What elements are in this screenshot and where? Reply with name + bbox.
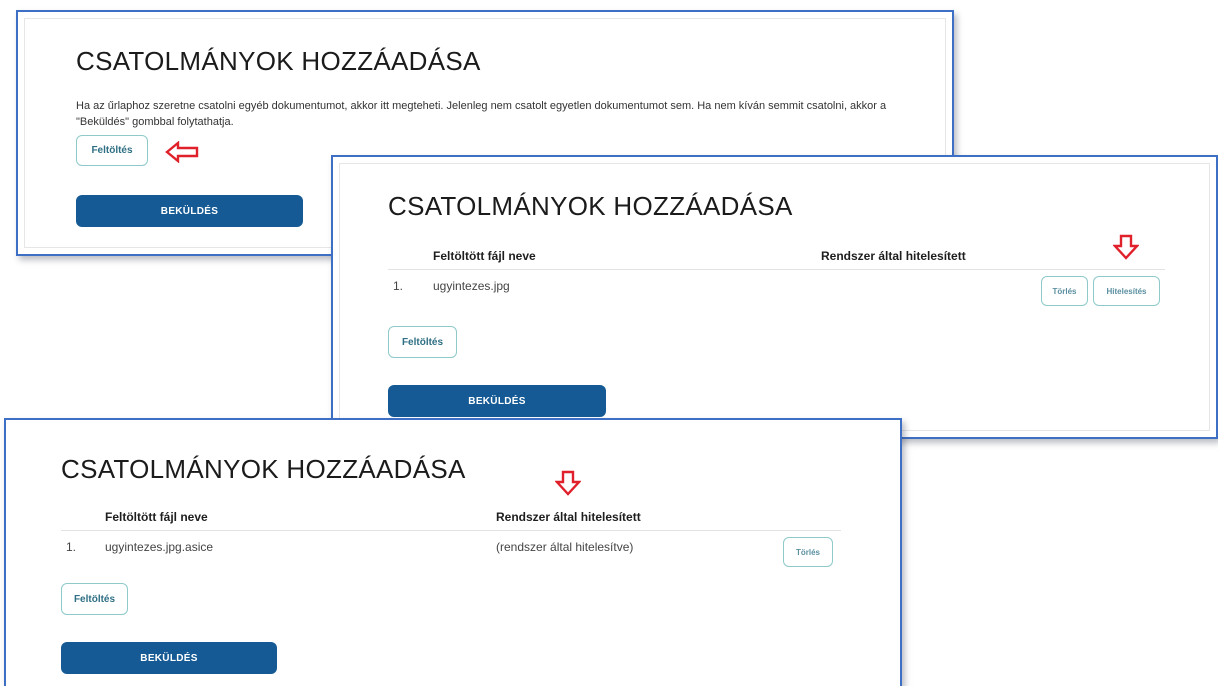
arrow-down-icon xyxy=(555,470,581,496)
upload-button[interactable]: Feltöltés xyxy=(61,583,128,615)
page-title: CSATOLMÁNYOK HOZZÁADÁSA xyxy=(388,191,793,221)
panel-file-uploaded: CSATOLMÁNYOK HOZZÁADÁSA Feltöltött fájl … xyxy=(331,155,1218,439)
row-filename: ugyintezes.jpg.asice xyxy=(105,540,214,554)
row-auth-status: (rendszer által hitelesítve) xyxy=(496,540,634,554)
page-title: CSATOLMÁNYOK HOZZÁADÁSA xyxy=(61,454,466,484)
table-divider xyxy=(61,530,841,531)
row-index: 1. xyxy=(393,279,404,293)
column-header-authenticated: Rendszer által hitelesített xyxy=(496,510,641,524)
upload-button[interactable]: Feltöltés xyxy=(76,135,148,166)
panel-file-authenticated: CSATOLMÁNYOK HOZZÁADÁSA Feltöltött fájl … xyxy=(4,418,902,686)
table-divider xyxy=(388,269,1165,270)
row-index: 1. xyxy=(66,540,77,554)
column-header-filename: Feltöltött fájl neve xyxy=(105,510,208,524)
authenticate-button[interactable]: Hitelesítés xyxy=(1093,276,1160,306)
submit-button[interactable]: BEKÜLDÉS xyxy=(388,385,606,417)
description-text: Ha az űrlaphoz szeretne csatolni egyéb d… xyxy=(76,100,887,128)
submit-button[interactable]: BEKÜLDÉS xyxy=(61,642,277,674)
arrow-down-icon xyxy=(1113,234,1139,260)
column-header-filename: Feltöltött fájl neve xyxy=(433,249,536,263)
upload-button[interactable]: Feltöltés xyxy=(388,326,457,358)
arrow-left-icon xyxy=(165,141,199,163)
delete-button[interactable]: Törlés xyxy=(783,537,833,567)
page-title: CSATOLMÁNYOK HOZZÁADÁSA xyxy=(76,46,481,76)
column-header-authenticated: Rendszer által hitelesített xyxy=(821,249,966,263)
submit-button[interactable]: BEKÜLDÉS xyxy=(76,195,303,227)
row-filename: ugyintezes.jpg xyxy=(433,279,510,293)
delete-button[interactable]: Törlés xyxy=(1041,276,1088,306)
